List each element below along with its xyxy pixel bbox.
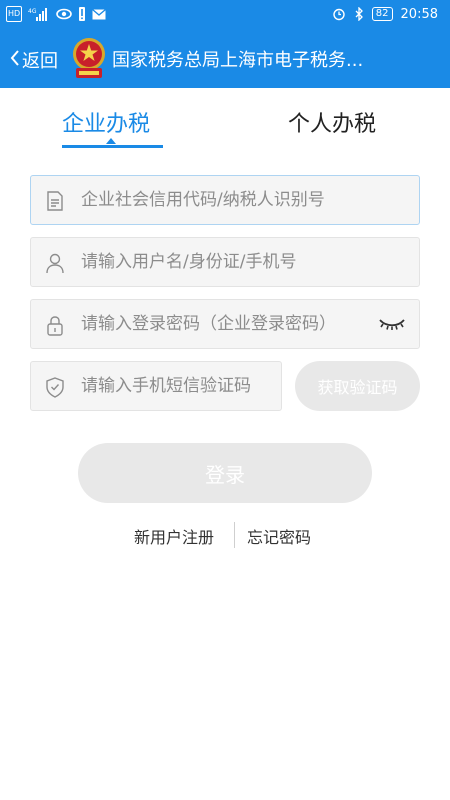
status-time: 20:58	[400, 6, 438, 22]
lock-icon	[44, 314, 66, 336]
username-field[interactable]: 请输入用户名/身份证/手机号	[30, 237, 420, 287]
sms-code-field[interactable]: 请输入手机短信验证码	[30, 361, 282, 411]
login-type-tabs: 企业办税 个人办税	[0, 100, 450, 150]
mail-icon	[92, 6, 107, 22]
signal-label: 4G	[28, 8, 37, 15]
alarm-icon	[332, 6, 346, 22]
eye-closed-icon[interactable]	[377, 314, 407, 334]
document-icon	[44, 190, 66, 212]
get-code-button[interactable]: 获取验证码	[295, 361, 420, 411]
tab-underline	[62, 145, 163, 148]
status-bar: HD 4G 82 20:58	[0, 0, 450, 30]
page-title: 国家税务总局上海市电子税务...	[112, 50, 364, 71]
password-placeholder: 请输入登录密码（企业登录密码）	[81, 314, 336, 334]
sms-code-placeholder: 请输入手机短信验证码	[81, 376, 251, 396]
tab-caret-indicator	[106, 138, 116, 144]
credit-code-field[interactable]: 企业社会信用代码/纳税人识别号	[30, 175, 420, 225]
link-divider	[234, 522, 235, 548]
header: 返回 国家税务总局上海市电子税务...	[0, 30, 450, 88]
account-links: 新用户注册 忘记密码	[0, 520, 450, 550]
tab-enterprise[interactable]: 企业办税	[62, 106, 150, 138]
credit-code-placeholder: 企业社会信用代码/纳税人识别号	[81, 190, 325, 210]
register-link[interactable]: 新用户注册	[134, 524, 214, 548]
tab-personal[interactable]: 个人办税	[288, 106, 376, 138]
bluetooth-icon	[354, 6, 364, 22]
user-icon	[44, 252, 66, 274]
signal-icon: 4G	[28, 6, 50, 22]
password-field[interactable]: 请输入登录密码（企业登录密码）	[30, 299, 420, 349]
back-button[interactable]: 返回	[10, 47, 58, 73]
login-button[interactable]: 登录	[78, 443, 372, 503]
alert-icon	[78, 6, 86, 22]
forgot-password-link[interactable]: 忘记密码	[247, 524, 311, 548]
chevron-left-icon	[10, 49, 20, 71]
eye-icon	[56, 6, 72, 22]
hd-badge: HD	[6, 6, 23, 22]
back-label: 返回	[22, 51, 58, 72]
shield-check-icon	[44, 376, 66, 398]
username-placeholder: 请输入用户名/身份证/手机号	[81, 252, 297, 272]
battery-indicator: 82	[371, 7, 393, 21]
tax-emblem-icon	[69, 36, 109, 82]
